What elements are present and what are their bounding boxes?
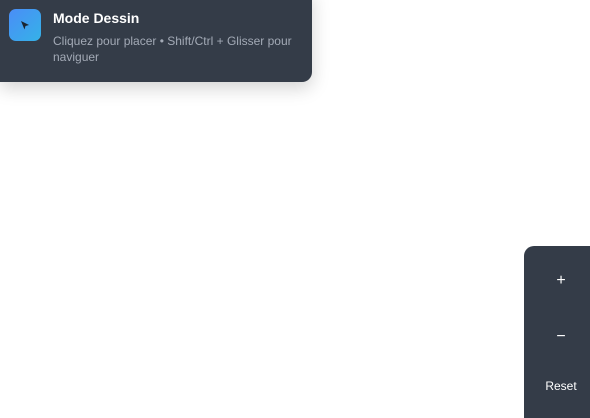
zoom-out-button[interactable]: − [524, 328, 590, 346]
mode-title: Mode Dessin [53, 10, 140, 26]
zoom-in-button[interactable]: + [524, 272, 590, 290]
mode-hint: Cliquez pour placer • Shift/Ctrl + Gliss… [53, 34, 292, 64]
cursor-arrow-icon [9, 9, 41, 41]
zoom-controls: + − Reset [524, 246, 590, 418]
mode-banner: Mode Dessin Cliquez pour placer • Shift/… [0, 0, 312, 82]
zoom-reset-button[interactable]: Reset [524, 379, 590, 393]
